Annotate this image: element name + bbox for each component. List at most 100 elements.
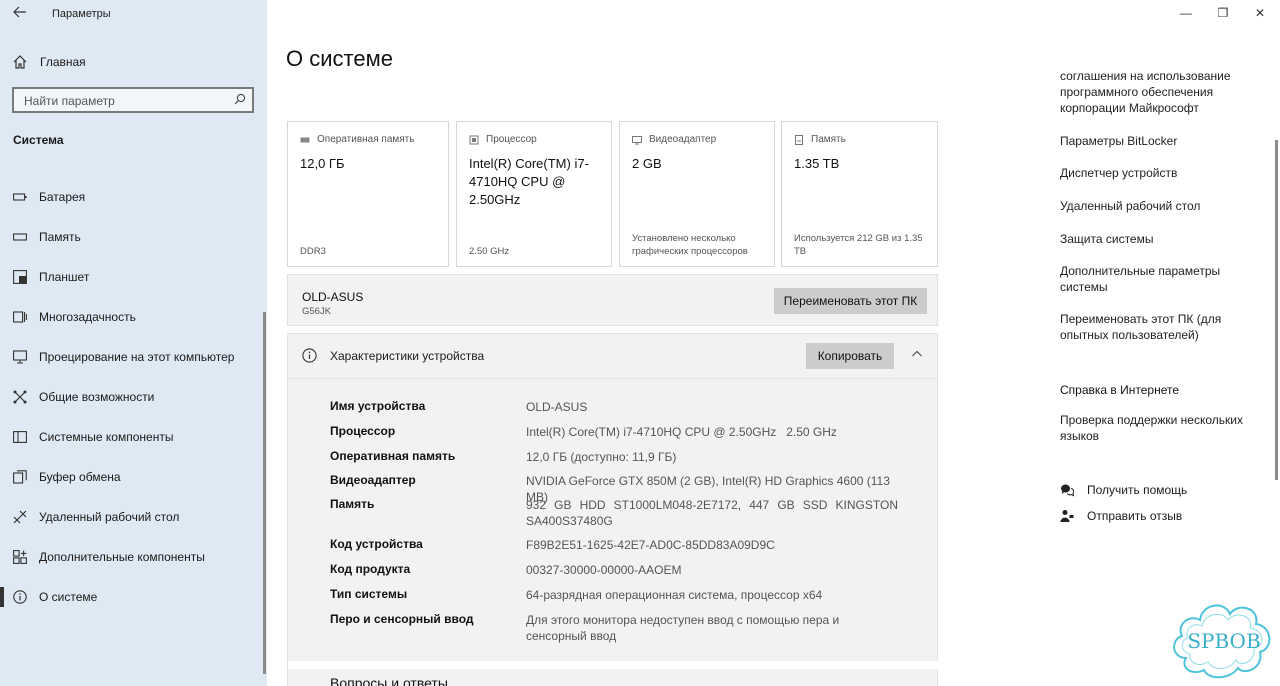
projecting-icon [12, 349, 28, 365]
spec-value: OLD-ASUS [526, 400, 588, 414]
card-value: Intel(R) Core(TM) i7-4710HQ CPU @ 2.50GH… [469, 156, 589, 207]
clipboard-icon [12, 469, 28, 485]
spec-value: 00327-30000-00000-AAOEM [526, 563, 682, 577]
card-sub: DDR3 [300, 246, 326, 257]
sidebar-item-label: Память [39, 230, 81, 244]
storage-card-icon [795, 134, 803, 145]
page-title: О системе [286, 46, 393, 71]
back-button[interactable] [10, 4, 30, 24]
send-feedback-label: Отправить отзыв [1087, 509, 1183, 523]
app-title: Параметры [52, 8, 111, 20]
spec-key: Имя устройства [330, 399, 426, 413]
device-manager-link[interactable]: Диспетчер устройств [1060, 165, 1250, 181]
card-header: Оперативная память [300, 134, 414, 145]
sidebar-item-label: Буфер обмена [39, 470, 121, 484]
sidebar-item-storage[interactable]: Память [0, 221, 262, 253]
spec-key: Перо и сенсорный ввод [330, 612, 474, 626]
sidebar-item-shared-experiences[interactable]: Общие возможности [0, 381, 262, 413]
sidebar-scrollbar[interactable] [263, 312, 266, 674]
get-help-link[interactable]: Получить помощь [1060, 483, 1187, 497]
remote-desktop-link[interactable]: Удаленный рабочий стол [1060, 198, 1250, 214]
device-specs-header[interactable]: Характеристики устройства Копировать [287, 333, 938, 379]
spec-value: Для этого монитора недоступен ввод с пом… [526, 613, 840, 643]
sidebar-item-remote-desktop[interactable]: Удаленный рабочий стол [0, 501, 262, 533]
search-placeholder: Найти параметр [24, 94, 115, 108]
maximize-button[interactable]: ❐ [1213, 4, 1233, 22]
storage-icon [12, 229, 28, 245]
card-value: 2 GB [632, 156, 662, 171]
chevron-up-icon[interactable] [911, 348, 923, 360]
sidebar-home-label: Главная [40, 55, 86, 69]
feedback-person-icon [1060, 510, 1074, 522]
spec-key: Оперативная память [330, 449, 456, 463]
card-header-label: Видеоадаптер [649, 134, 717, 145]
sidebar-item-clipboard[interactable]: Буфер обмена [0, 461, 262, 493]
spec-key: Процессор [330, 424, 396, 438]
online-help-heading: Справка в Интернете [1060, 383, 1180, 397]
sidebar-item-label: Системные компоненты [39, 430, 174, 444]
device-specs-title: Характеристики устройства [330, 349, 485, 363]
rename-pc-button[interactable]: Переименовать этот ПК [774, 288, 927, 314]
about-icon [12, 589, 28, 605]
system-protection-link[interactable]: Защита системы [1060, 231, 1250, 247]
spec-value: F89B2E51-1625-42E7-AD0C-85DD83A09D9C [526, 538, 775, 552]
sidebar-item-label: Планшет [39, 270, 90, 284]
sidebar-item-label: О системе [39, 590, 98, 604]
license-terms-link-text: соглашения на использование программного… [1060, 69, 1231, 115]
search-icon[interactable] [234, 93, 246, 105]
sidebar-section-title: Система [13, 133, 64, 147]
device-name-bar: OLD-ASUS G56JK Переименовать этот ПК [287, 274, 938, 326]
sidebar-item-battery[interactable]: Батарея [0, 181, 262, 213]
get-help-label: Получить помощь [1087, 483, 1188, 497]
sidebar-item-projecting[interactable]: Проецирование на этот компьютер [0, 341, 262, 373]
gpu-card: Видеоадаптер 2 GB Установлено несколько … [619, 121, 775, 267]
license-terms-link[interactable]: соглашения на использование программного… [1060, 68, 1250, 116]
sidebar-item-tablet[interactable]: Планшет [0, 261, 262, 293]
close-button[interactable]: ✕ [1250, 4, 1270, 22]
multitasking-icon [12, 309, 28, 325]
advanced-system-settings-link[interactable]: Дополнительные параметры системы [1060, 263, 1250, 295]
card-sub: Установлено несколько графических процес… [632, 233, 748, 257]
remote-desktop-icon [12, 509, 28, 525]
device-name: OLD-ASUS [302, 290, 364, 304]
card-sub: Используется 212 GB из 1.35 TB [794, 233, 923, 257]
card-header: Память [794, 134, 846, 145]
sidebar: Параметры Главная Найти параметр Система… [0, 0, 267, 686]
spec-value: Intel(R) Core(TM) i7-4710HQ CPU @ 2.50GH… [526, 425, 837, 439]
sidebar-item-optional-features[interactable]: Дополнительные компоненты [0, 541, 262, 573]
info-icon [302, 348, 317, 363]
right-scrollbar[interactable] [1275, 140, 1278, 480]
tablet-icon [12, 269, 28, 285]
device-specs-body: Имя устройства OLD-ASUS Процессор Intel(… [287, 379, 939, 686]
ram-card: Оперативная память 12,0 ГБ DDR3 [287, 121, 449, 267]
bitlocker-link[interactable]: Параметры BitLocker [1060, 133, 1250, 149]
watermark-text: SPBOB [1187, 629, 1260, 653]
system-components-icon [12, 429, 28, 445]
spbob-watermark-logo: SPBOB [1173, 604, 1271, 679]
help-chat-icon [1061, 484, 1074, 497]
send-feedback-link[interactable]: Отправить отзыв [1060, 509, 1182, 523]
device-model: G56JK [302, 306, 332, 317]
sidebar-item-label: Батарея [39, 190, 86, 204]
home-icon [13, 55, 27, 69]
optional-features-icon [12, 549, 28, 565]
spec-value: 932 GB HDD ST1000LM048-2E7172, 447 GB SS… [526, 498, 898, 528]
back-arrow-icon [13, 6, 26, 18]
sidebar-item-multitasking[interactable]: Многозадачность [0, 301, 262, 333]
card-header-label: Оперативная память [317, 134, 415, 145]
minimize-button[interactable]: — [1176, 4, 1196, 22]
faq-heading: Вопросы и ответы [330, 675, 448, 686]
rename-pc-advanced-link[interactable]: Переименовать этот ПК (для опытных польз… [1060, 311, 1250, 343]
sidebar-item-about[interactable]: О системе [0, 581, 262, 613]
sidebar-home[interactable]: Главная [12, 52, 86, 72]
copy-button[interactable]: Копировать [806, 343, 894, 369]
storage-card: Память 1.35 TB Используется 212 GB из 1.… [781, 121, 938, 267]
spec-key: Код продукта [330, 562, 411, 576]
section-divider [288, 661, 939, 669]
sidebar-item-system-components[interactable]: Системные компоненты [0, 421, 262, 453]
card-value: 1.35 TB [794, 156, 840, 171]
language-support-link[interactable]: Проверка поддержки нескольких языков [1060, 412, 1250, 444]
titlebar-left: Параметры [0, 0, 267, 28]
search-input[interactable]: Найти параметр [12, 87, 254, 113]
card-header: Процессор [469, 134, 537, 145]
